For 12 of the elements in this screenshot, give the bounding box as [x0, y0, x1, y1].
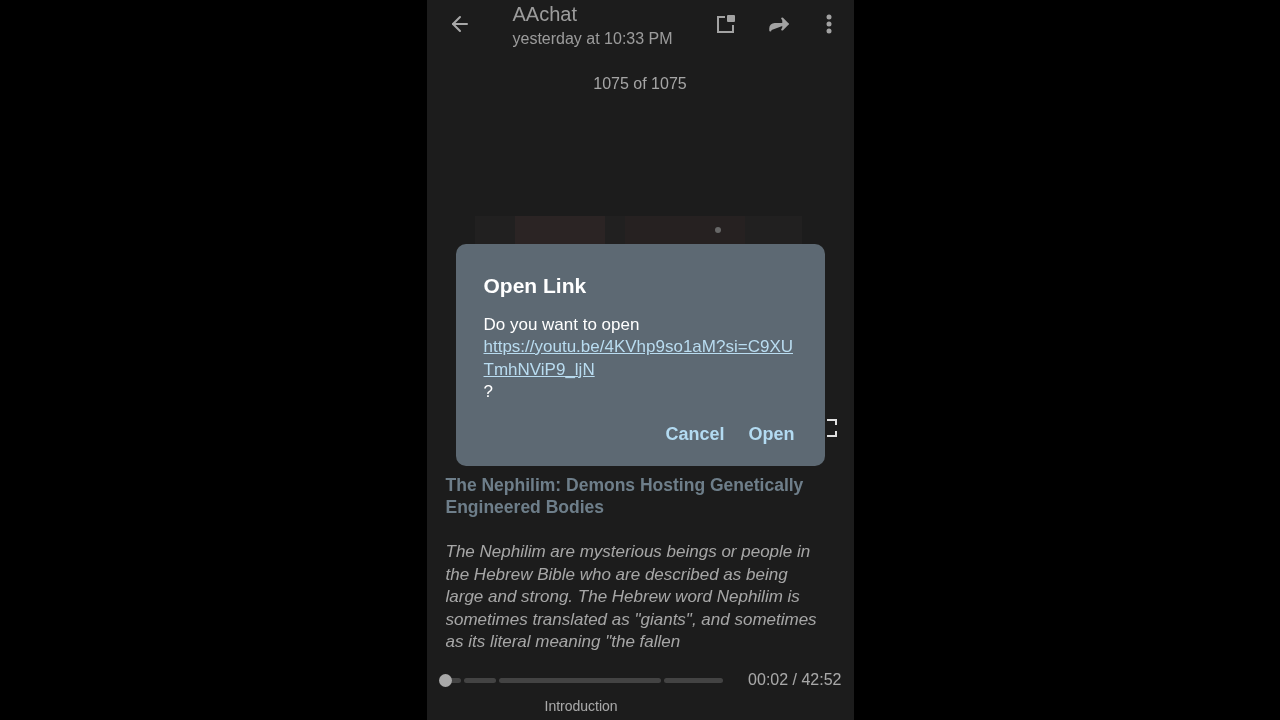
chat-title: AAchat [512, 2, 578, 26]
message-time: yesterday at 10:33 PM [512, 29, 673, 49]
playback-time: 00:02 / 42:52 [748, 670, 842, 690]
media-counter: 1075 of 1075 [593, 74, 687, 94]
post-title: The Nephilim: Demons Hosting Genetically Engineered Bodies [445, 474, 805, 518]
dialog-title: Open Link [483, 273, 588, 299]
dialog-button[interactable]: Open [746, 417, 797, 452]
chapter-label: Introduction [544, 697, 619, 716]
dialog-button[interactable]: Cancel [663, 417, 727, 452]
link[interactable]: https://youtu.be/4KVhp9so1aM?si=C9XUTmhNViP9_ljN [483, 336, 797, 381]
post-body: The Nephilim are mysterious beings or people in the Hebrew Bible who are described as being large and strong. The Hebrew word Nephilim is sometimes translated as "giants", and sometimes as its literal meaning "the fallen [445, 541, 818, 653]
dialog-message: Do you want to open https://youtu.be/4KVhp9so1aM?si=C9XUTmhNViP9_ljN ? [483, 313, 797, 404]
